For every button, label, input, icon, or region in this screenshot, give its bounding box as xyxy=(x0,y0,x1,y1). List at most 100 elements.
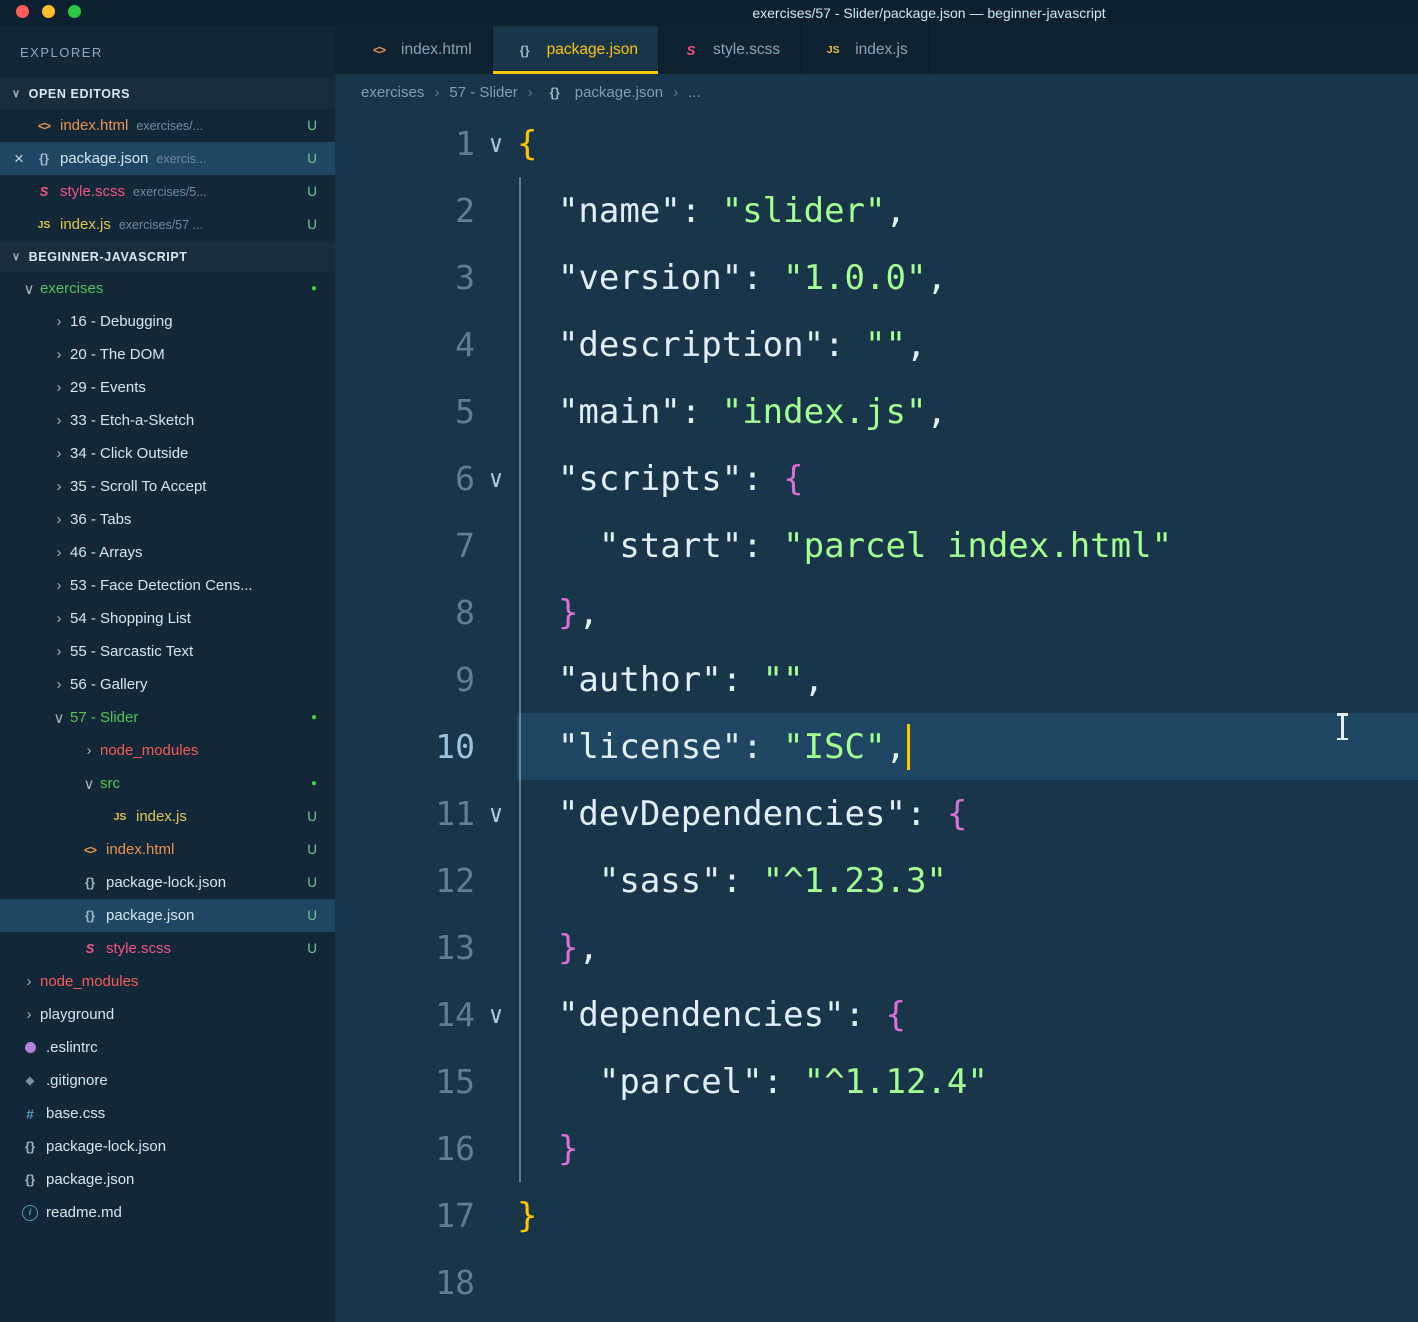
code-line-11[interactable]: 11∨ "devDependencies": { xyxy=(335,780,1418,847)
chevron-down-icon[interactable]: ∨ xyxy=(78,775,100,793)
tree-folder-playground[interactable]: ›playground xyxy=(0,998,335,1031)
chevron-right-icon[interactable]: › xyxy=(48,610,70,627)
tree-folder-34-click-outside[interactable]: ›34 - Click Outside xyxy=(0,437,335,470)
fold-arrow-icon[interactable]: ∨ xyxy=(475,465,517,493)
code-line-4[interactable]: 4 "description": "", xyxy=(335,311,1418,378)
open-editor-index-html[interactable]: <>index.htmlexercises/...U xyxy=(0,109,335,142)
item-name: 34 - Click Outside xyxy=(70,445,188,462)
chevron-right-icon[interactable]: › xyxy=(48,379,70,396)
tree-file-style-scss[interactable]: Sstyle.scssU xyxy=(0,932,335,965)
chevron-right-icon[interactable]: › xyxy=(48,313,70,330)
tree-folder-node-modules[interactable]: ›node_modules xyxy=(0,734,335,767)
tab-style-scss[interactable]: Sstyle.scss xyxy=(659,26,801,74)
token: } xyxy=(558,593,578,633)
chevron-right-icon[interactable]: › xyxy=(48,643,70,660)
tree-file-gitignore[interactable]: ◆.gitignore xyxy=(0,1064,335,1097)
tree-folder-36-tabs[interactable]: ›36 - Tabs xyxy=(0,503,335,536)
code-line-3[interactable]: 3 "version": "1.0.0", xyxy=(335,244,1418,311)
open-editor-package-json[interactable]: ×{}package.jsonexercis...U xyxy=(0,142,335,175)
code-line-2[interactable]: 2 "name": "slider", xyxy=(335,177,1418,244)
breadcrumb-item-package-json[interactable]: {}package.json xyxy=(543,81,663,103)
token: "parcel index.html" xyxy=(783,526,1172,566)
tree-folder-exercises[interactable]: ∨exercises● xyxy=(0,272,335,305)
code-line-13[interactable]: 13 }, xyxy=(335,914,1418,981)
code-line-15[interactable]: 15 "parcel": "^1.12.4" xyxy=(335,1048,1418,1115)
chevron-right-icon[interactable]: › xyxy=(48,544,70,561)
item-name: node_modules xyxy=(40,973,138,990)
tree-folder-src[interactable]: ∨src● xyxy=(0,767,335,800)
close-window-button[interactable] xyxy=(16,5,29,18)
tree-file-index-js[interactable]: JSindex.jsU xyxy=(0,800,335,833)
tree-folder-57-slider[interactable]: ∨57 - Slider● xyxy=(0,701,335,734)
code-text: "parcel": "^1.12.4" xyxy=(517,1048,1418,1115)
fold-arrow-icon[interactable]: ∨ xyxy=(475,130,517,158)
chevron-right-icon[interactable]: › xyxy=(48,511,70,528)
code-line-1[interactable]: 1∨{ xyxy=(335,110,1418,177)
tree-folder-node-modules[interactable]: ›node_modules xyxy=(0,965,335,998)
code-text: "sass": "^1.23.3" xyxy=(517,847,1418,914)
workspace-header[interactable]: ∨ BEGINNER-JAVASCRIPT xyxy=(0,241,335,272)
code-line-6[interactable]: 6∨ "scripts": { xyxy=(335,445,1418,512)
explorer-heading: EXPLORER xyxy=(0,26,335,78)
tree-folder-55-sarcastic-text[interactable]: ›55 - Sarcastic Text xyxy=(0,635,335,668)
chevron-right-icon[interactable]: › xyxy=(18,1006,40,1023)
tree-folder-16-debugging[interactable]: ›16 - Debugging xyxy=(0,305,335,338)
file-path: exercises/... xyxy=(136,119,203,133)
tab-index-html[interactable]: <>index.html xyxy=(347,26,493,74)
breadcrumb-item-57-slider[interactable]: 57 - Slider xyxy=(449,84,517,101)
open-editors-header[interactable]: ∨ OPEN EDITORS xyxy=(0,78,335,109)
tree-folder-46-arrays[interactable]: ›46 - Arrays xyxy=(0,536,335,569)
tree-file-index-html[interactable]: <>index.htmlU xyxy=(0,833,335,866)
item-name: exercises xyxy=(40,280,103,297)
code-line-8[interactable]: 8 }, xyxy=(335,579,1418,646)
tab-package-json[interactable]: {}package.json xyxy=(493,26,659,74)
chevron-down-icon[interactable]: ∨ xyxy=(18,280,40,298)
code-editor[interactable]: 1∨{2 "name": "slider",3 "version": "1.0.… xyxy=(335,110,1418,1322)
tree-folder-56-gallery[interactable]: ›56 - Gallery xyxy=(0,668,335,701)
code-line-17[interactable]: 17} xyxy=(335,1182,1418,1249)
tree-folder-35-scroll-to-accept[interactable]: ›35 - Scroll To Accept xyxy=(0,470,335,503)
minimize-window-button[interactable] xyxy=(42,5,55,18)
tree-file-base-css[interactable]: #base.css xyxy=(0,1097,335,1130)
tree-folder-29-events[interactable]: ›29 - Events xyxy=(0,371,335,404)
code-line-14[interactable]: 14∨ "dependencies": { xyxy=(335,981,1418,1048)
tree-file-package-json[interactable]: {}package.jsonU xyxy=(0,899,335,932)
open-editor-index-js[interactable]: JSindex.jsexercises/57 ...U xyxy=(0,208,335,241)
fold-arrow-icon[interactable]: ∨ xyxy=(475,1001,517,1029)
html-file-icon: <> xyxy=(32,115,56,137)
code-line-5[interactable]: 5 "main": "index.js", xyxy=(335,378,1418,445)
tree-file-package-json[interactable]: {}package.json xyxy=(0,1163,335,1196)
chevron-right-icon[interactable]: › xyxy=(48,478,70,495)
git-status-badge: U xyxy=(307,809,317,824)
chevron-right-icon[interactable]: › xyxy=(18,973,40,990)
tree-folder-20-the-dom[interactable]: ›20 - The DOM xyxy=(0,338,335,371)
chevron-right-icon[interactable]: › xyxy=(48,346,70,363)
code-line-9[interactable]: 9 "author": "", xyxy=(335,646,1418,713)
zoom-window-button[interactable] xyxy=(68,5,81,18)
tree-file-package-lock-json[interactable]: {}package-lock.jsonU xyxy=(0,866,335,899)
open-editor-style-scss[interactable]: Sstyle.scssexercises/5...U xyxy=(0,175,335,208)
tree-file-package-lock-json[interactable]: {}package-lock.json xyxy=(0,1130,335,1163)
breadcrumb-item-exercises[interactable]: exercises xyxy=(361,84,424,101)
tree-folder-53-face-detection-cens[interactable]: ›53 - Face Detection Cens... xyxy=(0,569,335,602)
code-line-18[interactable]: 18 xyxy=(335,1249,1418,1316)
code-line-7[interactable]: 7 "start": "parcel index.html" xyxy=(335,512,1418,579)
tree-folder-54-shopping-list[interactable]: ›54 - Shopping List xyxy=(0,602,335,635)
chevron-right-icon[interactable]: › xyxy=(48,676,70,693)
chevron-right-icon[interactable]: › xyxy=(48,577,70,594)
tree-folder-33-etch-a-sketch[interactable]: ›33 - Etch-a-Sketch xyxy=(0,404,335,437)
tree-file-readme-md[interactable]: readme.md xyxy=(0,1196,335,1229)
chevron-right-icon[interactable]: › xyxy=(48,412,70,429)
chevron-down-icon: ∨ xyxy=(12,250,21,263)
breadcrumb-item-[interactable]: ... xyxy=(688,84,701,101)
close-icon[interactable]: × xyxy=(6,149,32,169)
code-line-12[interactable]: 12 "sass": "^1.23.3" xyxy=(335,847,1418,914)
tab-index-js[interactable]: JSindex.js xyxy=(801,26,929,74)
code-line-16[interactable]: 16 } xyxy=(335,1115,1418,1182)
tree-file-eslintrc[interactable]: .eslintrc xyxy=(0,1031,335,1064)
chevron-right-icon[interactable]: › xyxy=(78,742,100,759)
chevron-down-icon[interactable]: ∨ xyxy=(48,709,70,727)
code-line-10[interactable]: 10 "license": "ISC", xyxy=(335,713,1418,780)
fold-arrow-icon[interactable]: ∨ xyxy=(475,800,517,828)
chevron-right-icon[interactable]: › xyxy=(48,445,70,462)
